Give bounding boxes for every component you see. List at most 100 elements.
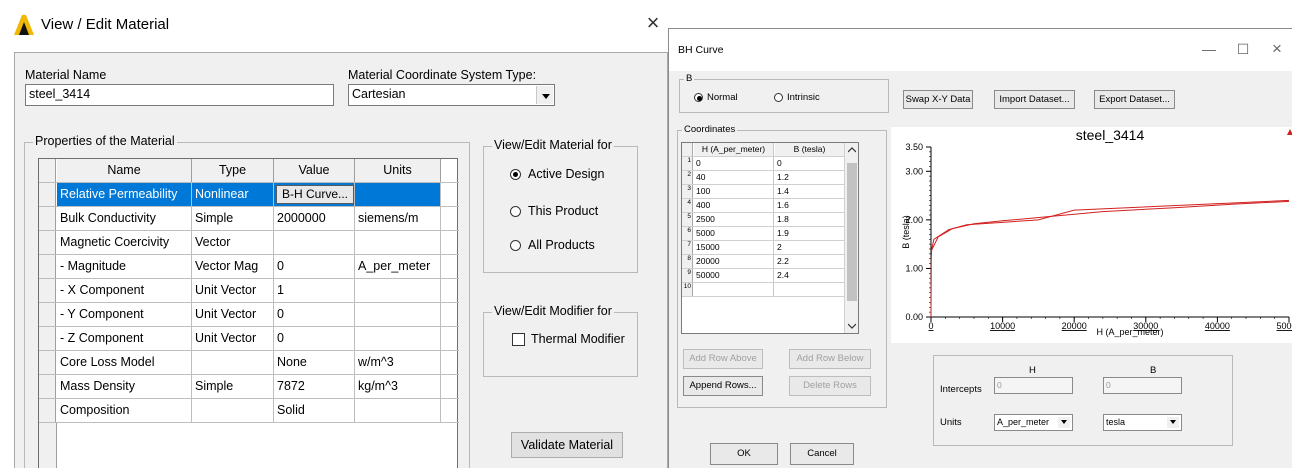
cell-name[interactable]: - Magnitude (57, 255, 192, 278)
cell-units[interactable] (355, 183, 441, 206)
append-rows-button[interactable]: Append Rows... (683, 376, 763, 396)
row-selector[interactable] (39, 279, 56, 302)
cell-value[interactable]: 7872 (274, 375, 355, 398)
cell-name[interactable]: Core Loss Model (57, 351, 192, 374)
cell-units[interactable]: kg/m^3 (355, 375, 441, 398)
cell-type[interactable]: Nonlinear (192, 183, 274, 206)
row-selector[interactable] (39, 327, 56, 350)
table-row[interactable]: - Y Component Unit Vector 0 (39, 303, 459, 327)
cancel-button[interactable]: Cancel (790, 443, 854, 465)
table-row[interactable]: Core Loss Model None w/m^3 (39, 351, 459, 375)
row-selector[interactable] (39, 303, 56, 326)
chevron-up-icon[interactable] (848, 147, 856, 153)
bh-curve-button[interactable]: B-H Curve... (276, 185, 354, 204)
cell-b[interactable]: 2 (775, 241, 844, 254)
cell-value[interactable]: 1 (274, 279, 355, 302)
cell-h[interactable]: 20000 (694, 255, 774, 268)
chevron-down-icon[interactable] (1058, 417, 1070, 428)
table-row[interactable]: 3 100 1.4 (682, 185, 844, 199)
cell-b[interactable]: 2.2 (775, 255, 844, 268)
row-selector[interactable] (39, 183, 56, 206)
add-row-below-button[interactable]: Add Row Below (789, 349, 871, 369)
coord-system-select[interactable]: Cartesian (348, 84, 555, 106)
cell-type[interactable]: Unit Vector (192, 303, 274, 326)
radio-selected-icon[interactable] (510, 169, 521, 180)
cell-type[interactable]: Unit Vector (192, 279, 274, 302)
row-selector[interactable] (39, 399, 56, 422)
cell-b[interactable]: 0 (775, 157, 844, 170)
cell-name[interactable]: - X Component (57, 279, 192, 302)
table-row[interactable]: 6 5000 1.9 (682, 227, 844, 241)
thermal-modifier-checkbox[interactable] (512, 333, 525, 346)
cell-h[interactable]: 100 (694, 185, 774, 198)
table-row[interactable]: Relative Permeability Nonlinear B-H Curv… (39, 183, 459, 207)
cell-units[interactable]: w/m^3 (355, 351, 441, 374)
table-row[interactable]: 2 40 1.2 (682, 171, 844, 185)
cell-name[interactable]: Magnetic Coercivity (57, 231, 192, 254)
cell-units[interactable]: siemens/m (355, 207, 441, 230)
cell-h[interactable]: 0 (694, 157, 774, 170)
ok-button[interactable]: OK (710, 443, 778, 465)
cell-b[interactable]: 1.4 (775, 185, 844, 198)
column-header-name[interactable]: Name (57, 159, 192, 182)
cell-b[interactable]: 1.9 (775, 227, 844, 240)
export-dataset-button[interactable]: Export Dataset... (1094, 90, 1175, 109)
validate-material-button[interactable]: Validate Material (511, 432, 623, 458)
cell-type[interactable]: Vector (192, 231, 274, 254)
table-row[interactable]: Bulk Conductivity Simple 2000000 siemens… (39, 207, 459, 231)
cell-units[interactable] (355, 303, 441, 326)
table-row[interactable]: Mass Density Simple 7872 kg/m^3 (39, 375, 459, 399)
cell-name[interactable]: Composition (57, 399, 192, 422)
cell-type[interactable]: Vector Mag (192, 255, 274, 278)
row-number[interactable]: 5 (682, 213, 693, 226)
chevron-down-icon[interactable] (848, 323, 856, 329)
cell-value[interactable]: 0 (274, 255, 355, 278)
cell-name[interactable]: - Z Component (57, 327, 192, 350)
table-row[interactable]: 1 0 0 (682, 157, 844, 171)
cell-type[interactable] (192, 351, 274, 374)
minimize-icon[interactable]: — (1195, 37, 1223, 61)
row-selector[interactable] (39, 255, 56, 278)
table-row[interactable]: 10 (682, 283, 844, 297)
table-row[interactable]: - X Component Unit Vector 1 (39, 279, 459, 303)
row-number[interactable]: 2 (682, 171, 693, 184)
cell-h[interactable]: 5000 (694, 227, 774, 240)
table-row[interactable]: 4 400 1.6 (682, 199, 844, 213)
radio-icon[interactable] (510, 206, 521, 217)
cell-value[interactable]: B-H Curve... (274, 183, 355, 206)
cell-h[interactable]: 2500 (694, 213, 774, 226)
b-units-select[interactable]: tesla (1103, 414, 1182, 431)
radio-icon[interactable] (510, 240, 521, 251)
cell-b[interactable]: 1.6 (775, 199, 844, 212)
row-number[interactable]: 6 (682, 227, 693, 240)
import-dataset-button[interactable]: Import Dataset... (994, 90, 1075, 109)
cell-name[interactable]: Mass Density (57, 375, 192, 398)
cell-b[interactable]: 2.4 (775, 269, 844, 282)
chevron-down-icon[interactable] (536, 86, 553, 104)
row-selector[interactable] (39, 207, 56, 230)
row-number[interactable]: 1 (682, 157, 693, 170)
column-header-units[interactable]: Units (355, 159, 441, 182)
column-header-h[interactable]: H (A_per_meter) (694, 143, 774, 156)
cell-type[interactable]: Unit Vector (192, 327, 274, 350)
row-selector[interactable] (39, 375, 56, 398)
dialog-title-bar[interactable]: BH Curve — ☐ × (669, 29, 1292, 71)
close-icon[interactable]: × (640, 10, 666, 36)
table-row[interactable]: 5 2500 1.8 (682, 213, 844, 227)
row-number[interactable]: 7 (682, 241, 693, 254)
h-intercept-field[interactable]: 0 (994, 377, 1073, 394)
delete-rows-button[interactable]: Delete Rows (789, 376, 871, 396)
cell-h[interactable]: 40 (694, 171, 774, 184)
cell-type[interactable]: Simple (192, 375, 274, 398)
cell-value[interactable]: 2000000 (274, 207, 355, 230)
b-intercept-field[interactable]: 0 (1103, 377, 1182, 394)
row-number[interactable]: 9 (682, 269, 693, 282)
cell-units[interactable]: A_per_meter (355, 255, 441, 278)
column-header-b[interactable]: B (tesla) (775, 143, 844, 156)
cell-h[interactable]: 400 (694, 199, 774, 212)
column-header-type[interactable]: Type (192, 159, 274, 182)
cell-units[interactable] (355, 279, 441, 302)
table-row[interactable]: 8 20000 2.2 (682, 255, 844, 269)
add-row-above-button[interactable]: Add Row Above (683, 349, 763, 369)
cell-b[interactable]: 1.2 (775, 171, 844, 184)
